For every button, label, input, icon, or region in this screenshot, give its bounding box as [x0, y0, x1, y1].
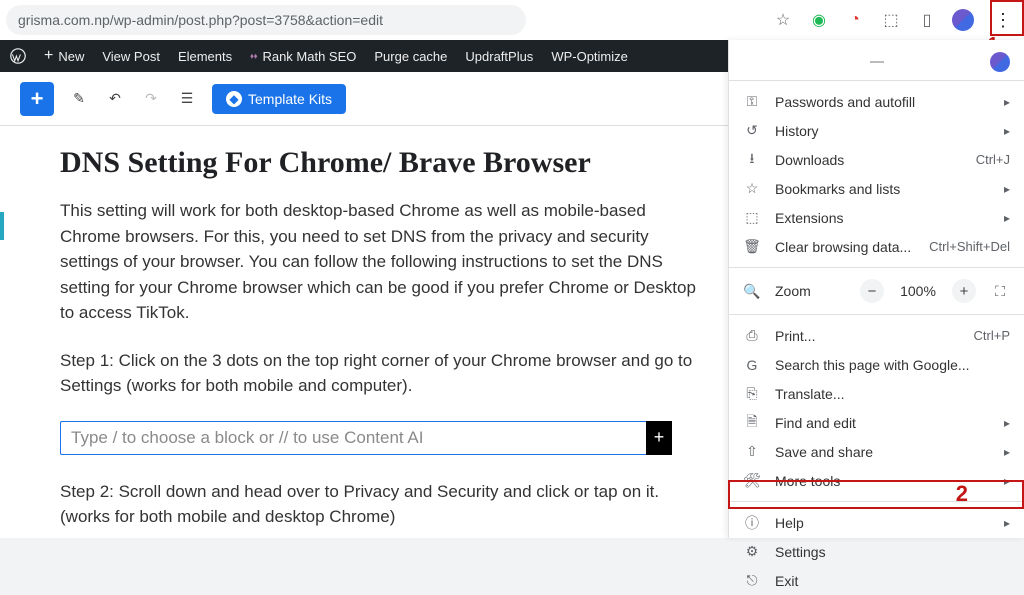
- menu-save-share[interactable]: ⇧ Save and share ▸: [729, 437, 1024, 466]
- extension-icon-2[interactable]: ◔: [844, 9, 866, 31]
- chevron-right-icon: ▸: [1004, 95, 1010, 109]
- wp-optimize[interactable]: WP-Optimize: [551, 49, 628, 64]
- block-inserter-plus-icon[interactable]: +: [646, 421, 672, 455]
- menu-account-row[interactable]: [729, 50, 1024, 74]
- post-step-2[interactable]: Step 2: Scroll down and head over to Pri…: [60, 479, 680, 530]
- browser-toolbar: grisma.com.np/wp-admin/post.php?post=375…: [0, 0, 1024, 40]
- post-paragraph-intro[interactable]: This setting will work for both desktop-…: [60, 198, 700, 326]
- gear-icon: ⚙: [743, 543, 761, 560]
- redo-icon[interactable]: ↷: [140, 88, 162, 110]
- kebab-menu-icon[interactable]: ⋮: [988, 5, 1018, 35]
- extensions-icon[interactable]: ▯: [916, 9, 938, 31]
- block-inserter[interactable]: Type / to choose a block or // to use Co…: [60, 421, 672, 455]
- download-icon: ⭳: [743, 148, 761, 172]
- trash-icon: 🗑: [743, 238, 761, 255]
- outline-icon[interactable]: ☰: [176, 88, 198, 110]
- zoom-in-button[interactable]: +: [952, 279, 976, 303]
- chevron-right-icon: ▸: [1004, 516, 1010, 530]
- extension-icon-1[interactable]: ◉: [808, 9, 830, 31]
- menu-help[interactable]: ⓘ Help ▸: [729, 508, 1024, 537]
- menu-extensions[interactable]: ⬚ Extensions ▸: [729, 203, 1024, 232]
- browser-actions: ☆ ◉ ◔ ⬚ ▯ ⋮: [772, 5, 1018, 35]
- post-step-1[interactable]: Step 1: Click on the 3 dots on the top r…: [60, 348, 720, 399]
- profile-avatar[interactable]: [952, 9, 974, 31]
- wp-purge-cache[interactable]: Purge cache: [374, 49, 447, 64]
- star-icon[interactable]: ☆: [772, 9, 794, 31]
- template-kits-label: Template Kits: [248, 91, 332, 107]
- print-icon: ⎙: [743, 327, 761, 344]
- edit-icon[interactable]: ✎: [68, 88, 90, 110]
- history-icon: ↺: [743, 122, 761, 139]
- chevron-right-icon: ▸: [1004, 124, 1010, 138]
- add-block-button[interactable]: +: [20, 82, 54, 116]
- menu-translate[interactable]: ⎘ Translate...: [729, 379, 1024, 408]
- key-icon: ⚿: [743, 93, 761, 110]
- fullscreen-icon[interactable]: ⛶: [990, 281, 1010, 301]
- menu-zoom: 🔍 Zoom − 100% + ⛶: [729, 274, 1024, 308]
- chrome-menu: ⚿ Passwords and autofill ▸ ↺ History ▸ ⭳…: [728, 40, 1024, 538]
- chevron-right-icon: ▸: [1004, 445, 1010, 459]
- menu-downloads[interactable]: ⭳ Downloads Ctrl+J: [729, 145, 1024, 174]
- extension-icon-3[interactable]: ⬚: [880, 9, 902, 31]
- wp-updraft[interactable]: UpdraftPlus: [465, 49, 533, 64]
- exit-icon: ⎋: [743, 572, 761, 589]
- menu-exit[interactable]: ⎋ Exit: [729, 566, 1024, 595]
- menu-avatar-icon: [990, 52, 1010, 72]
- zoom-out-button[interactable]: −: [860, 279, 884, 303]
- template-kits-button[interactable]: ◆ Template Kits: [212, 84, 346, 114]
- template-kits-icon: ◆: [226, 91, 242, 107]
- omnibox[interactable]: grisma.com.np/wp-admin/post.php?post=375…: [6, 5, 526, 35]
- undo-icon[interactable]: ↶: [104, 88, 126, 110]
- share-icon: ⇧: [743, 443, 761, 460]
- help-icon: ⓘ: [743, 513, 761, 533]
- menu-history[interactable]: ↺ History ▸: [729, 116, 1024, 145]
- chevron-right-icon: ▸: [1004, 182, 1010, 196]
- zoom-value: 100%: [898, 283, 938, 299]
- chevron-right-icon: ▸: [1004, 416, 1010, 430]
- wp-view-post[interactable]: View Post: [102, 49, 160, 64]
- url-text: grisma.com.np/wp-admin/post.php?post=375…: [18, 12, 383, 28]
- menu-bookmarks[interactable]: ☆ Bookmarks and lists ▸: [729, 174, 1024, 203]
- menu-clear-data[interactable]: 🗑 Clear browsing data... Ctrl+Shift+Del: [729, 232, 1024, 261]
- wp-new[interactable]: +New: [44, 47, 84, 65]
- google-icon: G: [743, 357, 761, 373]
- menu-more-tools[interactable]: 🛠 More tools ▸: [729, 466, 1024, 495]
- menu-print[interactable]: ⎙ Print... Ctrl+P: [729, 321, 1024, 350]
- wp-rankmath[interactable]: ⬪⬪Rank Math SEO: [250, 48, 356, 64]
- menu-settings[interactable]: ⚙ Settings: [729, 537, 1024, 566]
- wp-logo[interactable]: [10, 48, 26, 64]
- zoom-icon: 🔍: [743, 283, 761, 300]
- translate-icon: ⎘: [743, 385, 761, 402]
- star-icon: ☆: [743, 180, 761, 197]
- find-icon: 🗎: [743, 411, 761, 435]
- puzzle-icon: ⬚: [743, 209, 761, 226]
- tools-icon: 🛠: [743, 472, 761, 489]
- chevron-right-icon: ▸: [1004, 474, 1010, 488]
- chevron-right-icon: ▸: [1004, 211, 1010, 225]
- block-inserter-placeholder: Type / to choose a block or // to use Co…: [71, 428, 423, 448]
- wp-elements[interactable]: Elements: [178, 49, 232, 64]
- menu-search-google[interactable]: G Search this page with Google...: [729, 350, 1024, 379]
- menu-find[interactable]: 🗎 Find and edit ▸: [729, 408, 1024, 437]
- menu-passwords[interactable]: ⚿ Passwords and autofill ▸: [729, 87, 1024, 116]
- left-edge-indicator: [0, 212, 4, 240]
